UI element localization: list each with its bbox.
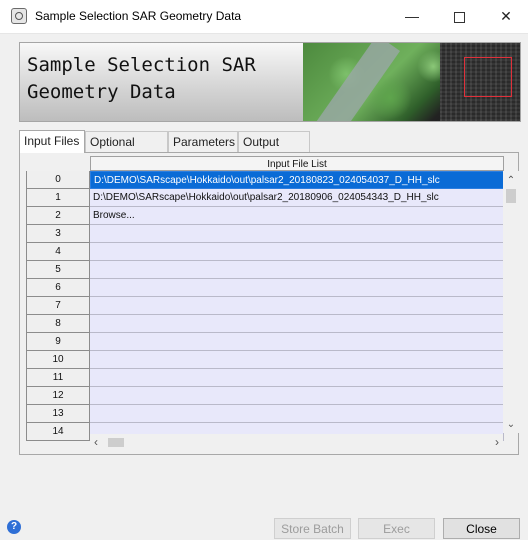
tab-parameters[interactable]: Parameters — [168, 131, 238, 152]
file-cell[interactable] — [90, 315, 504, 333]
banner-selection-box — [464, 57, 512, 97]
row-index[interactable]: 5 — [26, 261, 90, 279]
browse-cell[interactable]: Browse... — [90, 207, 504, 225]
table-row: 6 — [26, 279, 504, 297]
file-cell[interactable]: D:\DEMO\SARscape\Hokkaido\out\palsar2_20… — [90, 171, 504, 189]
header-banner: Sample Selection SAR Geometry Data — [19, 42, 521, 122]
row-index[interactable]: 7 — [26, 297, 90, 315]
column-header: Input File List — [90, 156, 504, 171]
exec-button[interactable]: Exec — [358, 518, 435, 539]
tab-optional-files[interactable]: Optional Files — [85, 131, 168, 170]
banner-river-graphic — [313, 43, 401, 121]
store-batch-button[interactable]: Store Batch — [274, 518, 351, 539]
row-index[interactable]: 2 — [26, 207, 90, 225]
horizontal-scrollbar[interactable]: ‹ › — [90, 434, 503, 451]
title-bar: Sample Selection SAR Geometry Data — ✕ — [0, 0, 528, 34]
table-row: 1 D:\DEMO\SARscape\Hokkaido\out\palsar2_… — [26, 189, 504, 207]
row-index[interactable]: 8 — [26, 315, 90, 333]
table-row: 0 D:\DEMO\SARscape\Hokkaido\out\palsar2_… — [26, 171, 504, 189]
table-row: 3 — [26, 225, 504, 243]
table-row: 12 — [26, 387, 504, 405]
row-index[interactable]: 9 — [26, 333, 90, 351]
tab-input-files[interactable]: Input Files — [19, 130, 85, 153]
file-cell[interactable]: D:\DEMO\SARscape\Hokkaido\out\palsar2_20… — [90, 189, 504, 207]
help-icon[interactable]: ? — [7, 520, 21, 534]
row-index[interactable]: 12 — [26, 387, 90, 405]
file-cell[interactable] — [90, 261, 504, 279]
row-index[interactable]: 4 — [26, 243, 90, 261]
file-cell[interactable] — [90, 333, 504, 351]
file-cell[interactable] — [90, 225, 504, 243]
file-cell[interactable] — [90, 405, 504, 423]
banner-title: Sample Selection SAR Geometry Data — [27, 54, 256, 103]
row-index[interactable]: 0 — [26, 171, 90, 189]
file-cell[interactable] — [90, 387, 504, 405]
table-row: 8 — [26, 315, 504, 333]
row-index[interactable]: 11 — [26, 369, 90, 387]
close-window-button[interactable]: ✕ — [483, 0, 528, 33]
table-row: 11 — [26, 369, 504, 387]
scroll-right-icon[interactable]: › — [495, 435, 499, 449]
window-title: Sample Selection SAR Geometry Data — [35, 9, 242, 23]
table-corner — [26, 156, 90, 171]
tab-output-files[interactable]: Output Files — [238, 131, 310, 170]
file-cell[interactable] — [90, 279, 504, 297]
row-index[interactable]: 6 — [26, 279, 90, 297]
vertical-scrollbar[interactable]: ⌃ ⌄ — [503, 171, 519, 433]
file-cell[interactable] — [90, 243, 504, 261]
table-row: 4 — [26, 243, 504, 261]
table-row: 13 — [26, 405, 504, 423]
scroll-left-icon[interactable]: ‹ — [94, 435, 98, 449]
table-row: 5 — [26, 261, 504, 279]
horizontal-scroll-thumb[interactable] — [108, 438, 124, 447]
table-row: 9 — [26, 333, 504, 351]
row-index[interactable]: 10 — [26, 351, 90, 369]
table-row: 2 Browse... — [26, 207, 504, 225]
scroll-down-icon[interactable]: ⌄ — [503, 419, 519, 430]
file-cell[interactable] — [90, 297, 504, 315]
row-index[interactable]: 3 — [26, 225, 90, 243]
table-row: 10 — [26, 351, 504, 369]
vertical-scroll-thumb[interactable] — [506, 189, 516, 203]
row-index[interactable]: 13 — [26, 405, 90, 423]
maximize-icon — [453, 11, 465, 23]
table-row: 7 — [26, 297, 504, 315]
file-cell[interactable] — [90, 369, 504, 387]
file-cell[interactable] — [90, 351, 504, 369]
banner-sar-graphic — [440, 43, 520, 121]
app-icon — [11, 8, 27, 24]
row-index[interactable]: 1 — [26, 189, 90, 207]
banner-image — [303, 43, 520, 121]
close-button[interactable]: Close — [443, 518, 520, 539]
scroll-up-icon[interactable]: ⌃ — [503, 175, 519, 186]
maximize-button[interactable] — [436, 0, 482, 33]
minimize-button[interactable]: — — [389, 0, 435, 33]
row-index[interactable]: 14 — [26, 423, 90, 441]
